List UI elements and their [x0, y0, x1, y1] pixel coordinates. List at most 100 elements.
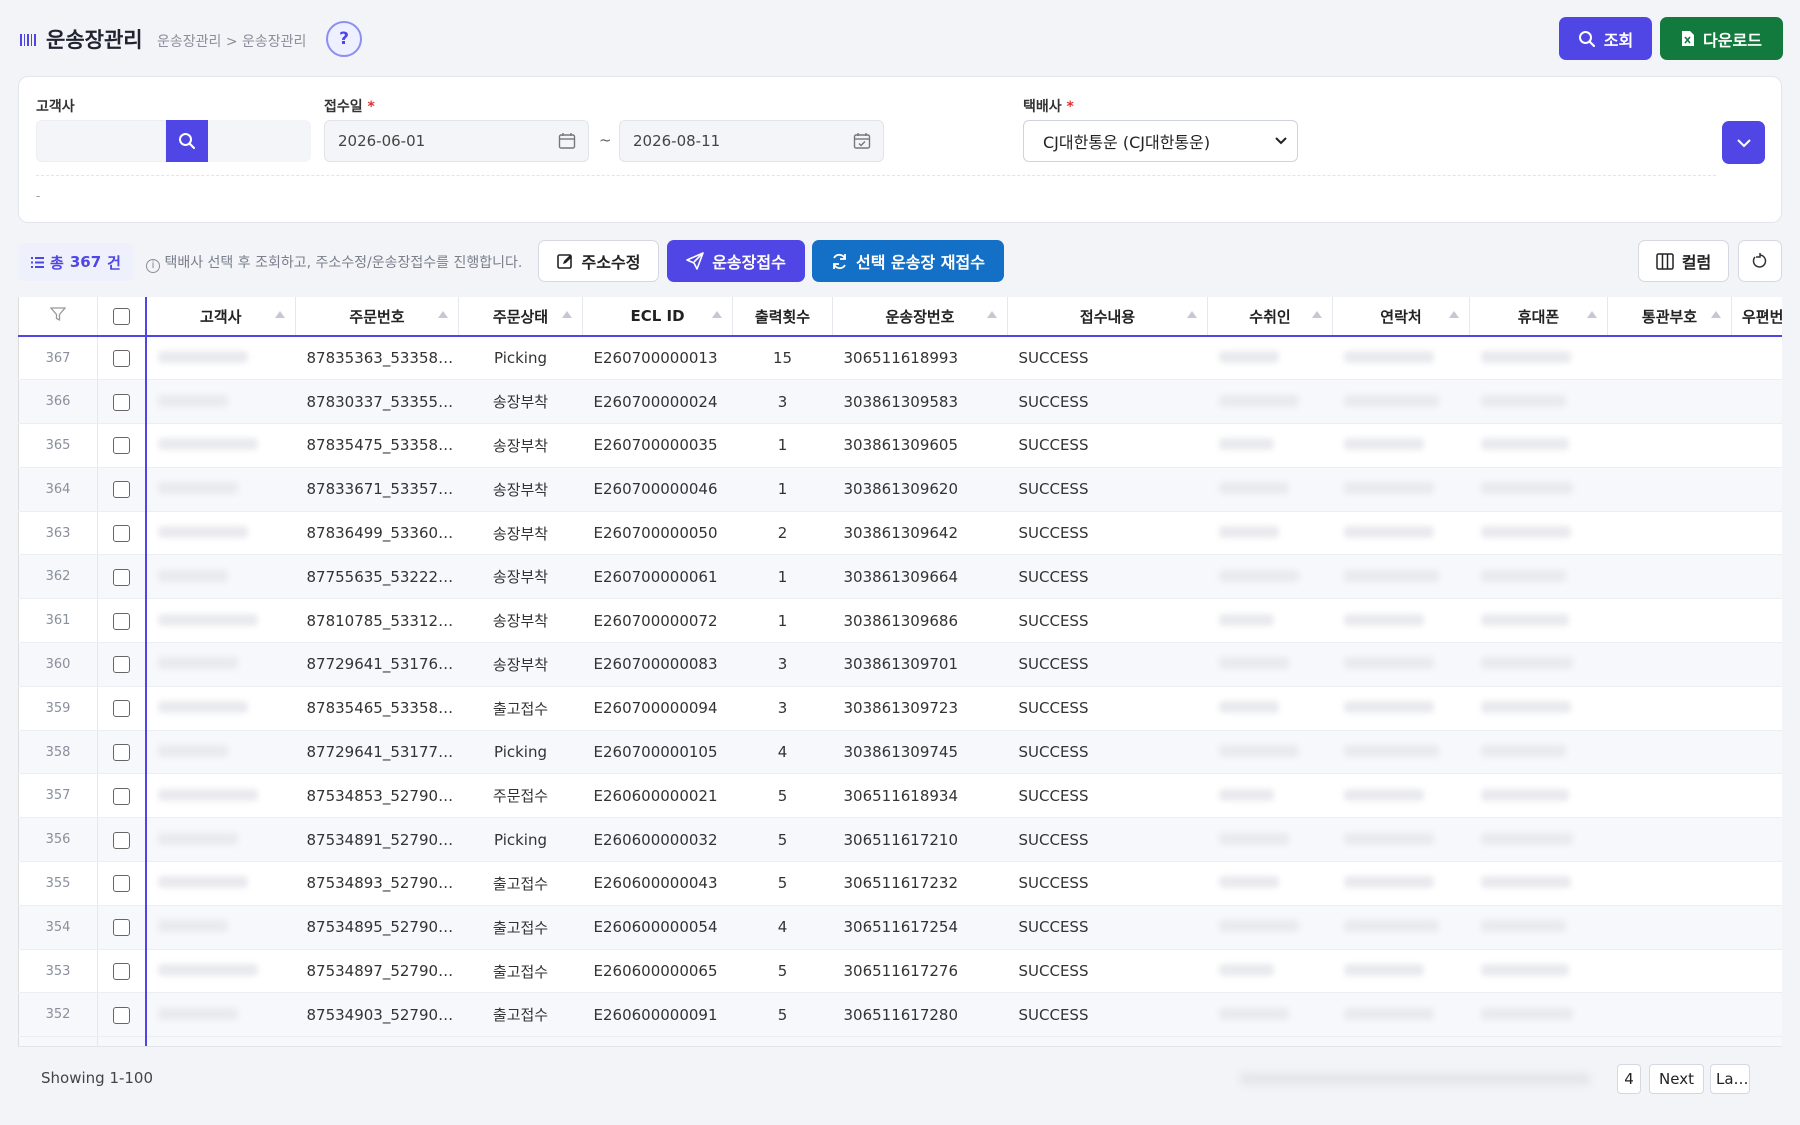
row-checkbox[interactable] [112, 919, 130, 937]
table-row[interactable]: 366 87830337_53355… 송장부착 E260700000024 3 3038… [18, 379, 1782, 425]
table-row[interactable]: 364 87833671_53357… 송장부착 E260700000046 1 3038… [18, 467, 1782, 512]
download-button[interactable]: 다운로드 [1660, 17, 1783, 60]
column-header-zipcode[interactable]: 우편번 [1731, 297, 1782, 337]
table-row[interactable]: 361 87810785_53312… 송장부착 E260700000072 1 3038… [18, 598, 1782, 644]
column-header-customs-code[interactable]: 통관부호 [1607, 297, 1732, 337]
courier-select[interactable]: CJ대한통운 (CJ대한통운) [1023, 120, 1298, 162]
table-row[interactable]: 367 87835363_53358… Picking E260700000013 15… [18, 336, 1782, 381]
row-select-cell[interactable] [97, 686, 147, 731]
row-checkbox[interactable] [112, 875, 130, 893]
sort-icon[interactable] [1711, 311, 1721, 318]
order-status-cell: Picking [458, 817, 583, 863]
column-settings-button[interactable]: 컬럼 [1638, 240, 1729, 282]
calendar-check-icon[interactable] [853, 132, 871, 150]
client-cell [145, 336, 296, 381]
row-select-cell[interactable] [97, 379, 147, 425]
table-row[interactable] [18, 1036, 1782, 1046]
row-checkbox[interactable] [112, 612, 130, 630]
row-select-cell[interactable] [97, 511, 147, 556]
row-checkbox[interactable] [112, 437, 130, 455]
order-status-cell: 출고접수 [458, 686, 583, 731]
table-row[interactable]: 352 87534903_52790… 출고접수 E260600000091 5 3065… [18, 992, 1782, 1038]
row-checkbox[interactable] [112, 393, 130, 411]
table-row[interactable]: 353 87534897_52790… 출고접수 E260600000065 5 3065… [18, 949, 1782, 994]
reset-button[interactable] [1738, 240, 1782, 282]
row-select-cell[interactable] [97, 773, 147, 819]
row-number: 365 [18, 423, 98, 468]
row-select-cell[interactable] [97, 905, 147, 950]
row-checkbox[interactable] [112, 481, 130, 499]
column-header-client[interactable]: 고객사 [145, 297, 296, 337]
sort-icon[interactable] [438, 311, 448, 318]
sort-icon[interactable] [1587, 311, 1597, 318]
row-checkbox[interactable] [112, 656, 130, 674]
row-select-cell[interactable] [97, 949, 147, 994]
page-button[interactable]: 4 [1617, 1064, 1641, 1094]
row-select-cell[interactable] [97, 642, 147, 687]
column-header-order-status[interactable]: 주문상태 [458, 297, 583, 337]
row-select-cell[interactable] [97, 1036, 147, 1046]
sort-icon[interactable] [987, 311, 997, 318]
table-row[interactable]: 357 87534853_52790… 주문접수 E260600000021 5 3065… [18, 773, 1782, 819]
help-button[interactable]: ? [326, 21, 362, 57]
column-header-order-no[interactable]: 주문번호 [295, 297, 459, 337]
select-all-header[interactable] [97, 297, 147, 337]
column-header-contact[interactable]: 연락처 [1332, 297, 1470, 337]
client-search-button[interactable] [166, 120, 208, 162]
row-checkbox[interactable] [112, 1006, 130, 1024]
waybill-receive-button[interactable]: 운송장접수 [667, 240, 805, 282]
row-checkbox[interactable] [112, 700, 130, 718]
table-row[interactable]: 358 87729641_53177… Picking E260700000105 4 3… [18, 730, 1782, 775]
column-header-waybill-no[interactable]: 운송장번호 [832, 297, 1008, 337]
row-select-cell[interactable] [97, 423, 147, 468]
row-checkbox[interactable] [112, 744, 130, 762]
sort-icon[interactable] [1449, 311, 1459, 318]
row-select-cell[interactable] [97, 598, 147, 644]
table-row[interactable]: 360 87729641_53176… 송장부착 E260700000083 3 3038… [18, 642, 1782, 687]
column-header-print-count[interactable]: 출력횟수 [732, 297, 833, 337]
date-to-input[interactable]: 2026-08-11 [619, 120, 884, 162]
sort-icon[interactable] [712, 311, 722, 318]
table-row[interactable]: 356 87534891_52790… Picking E260600000032 5 3… [18, 817, 1782, 863]
address-edit-button[interactable]: 주소수정 [538, 240, 659, 282]
sort-icon[interactable] [275, 311, 285, 318]
table-row[interactable]: 365 87835475_53358… 송장부착 E260700000035 1 3038… [18, 423, 1782, 468]
search-button[interactable]: 조회 [1559, 17, 1652, 60]
filter-icon[interactable] [49, 306, 67, 322]
row-select-cell[interactable] [97, 730, 147, 775]
sort-icon[interactable] [1187, 311, 1197, 318]
row-checkbox[interactable] [112, 831, 130, 849]
sort-icon[interactable] [562, 311, 572, 318]
row-checkbox[interactable] [112, 350, 130, 368]
select-all-checkbox[interactable] [112, 308, 130, 325]
row-select-cell[interactable] [97, 861, 147, 906]
table-row[interactable]: 354 87534895_52790… 출고접수 E260600000054 4 3065… [18, 905, 1782, 950]
calendar-icon[interactable] [558, 132, 576, 150]
last-page-button[interactable]: La… [1710, 1064, 1750, 1094]
expand-filters-button[interactable] [1722, 121, 1765, 164]
row-select-cell[interactable] [97, 467, 147, 512]
row-select-cell[interactable] [97, 336, 147, 381]
column-header-result[interactable]: 접수내용 [1007, 297, 1208, 337]
row-checkbox[interactable] [112, 525, 130, 543]
row-checkbox[interactable] [112, 963, 130, 981]
sort-icon[interactable] [1312, 311, 1322, 318]
empty-cell [1007, 1036, 1208, 1046]
next-page-button[interactable]: Next [1649, 1064, 1704, 1094]
client-code-input[interactable] [36, 120, 166, 162]
column-header-recipient[interactable]: 수취인 [1207, 297, 1333, 337]
filter-column-header[interactable] [18, 297, 98, 337]
table-row[interactable]: 359 87835465_53358… 출고접수 E260700000094 3 3038… [18, 686, 1782, 731]
row-select-cell[interactable] [97, 554, 147, 600]
row-checkbox[interactable] [112, 787, 130, 805]
row-select-cell[interactable] [97, 992, 147, 1038]
row-select-cell[interactable] [97, 817, 147, 863]
table-row[interactable]: 363 87836499_53360… 송장부착 E260700000050 2 3038… [18, 511, 1782, 556]
waybill-reissue-button[interactable]: 선택 운송장 재접수 [812, 240, 1004, 282]
table-row[interactable]: 355 87534893_52790… 출고접수 E260600000043 5 3065… [18, 861, 1782, 906]
table-row[interactable]: 362 87755635_53222… 송장부착 E260700000061 1 3038… [18, 554, 1782, 600]
date-from-input[interactable]: 2026-06-01 [324, 120, 589, 162]
column-header-ecl-id[interactable]: ECL ID [582, 297, 733, 337]
column-header-mobile[interactable]: 휴대폰 [1469, 297, 1608, 337]
row-checkbox[interactable] [112, 568, 130, 586]
